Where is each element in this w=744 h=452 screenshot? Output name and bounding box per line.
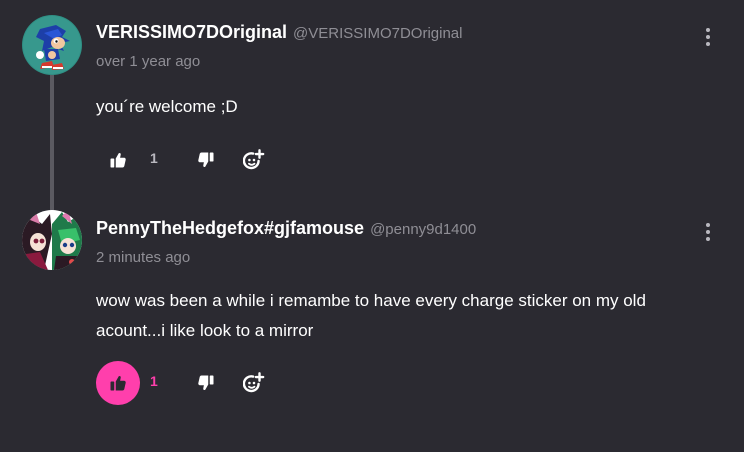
comment: PennyTheHedgefox#gjfamouse @penny9d1400 … <box>0 200 744 452</box>
like-count: 1 <box>150 150 158 166</box>
like-count: 1 <box>150 373 158 389</box>
author-display-name[interactable]: VERISSIMO7DOriginal <box>96 22 287 43</box>
author-row: VERISSIMO7DOriginal @VERISSIMO7DOriginal <box>96 22 463 46</box>
comment-actions: 1 <box>96 361 296 405</box>
avatar[interactable] <box>22 15 82 75</box>
like-button[interactable] <box>96 138 140 182</box>
comment-timestamp[interactable]: 2 minutes ago <box>96 249 190 266</box>
comment: VERISSIMO7DOriginal @VERISSIMO7DOriginal… <box>0 0 744 200</box>
thumbs-up-icon <box>110 375 126 391</box>
comment-body: you´re welcome ;D <box>96 97 238 116</box>
add-sticker-button[interactable] <box>232 138 276 182</box>
author-display-name[interactable]: PennyTheHedgefox#gjfamouse <box>96 218 364 239</box>
sonic-avatar-icon <box>22 15 82 75</box>
dislike-button[interactable] <box>184 361 228 405</box>
author-username[interactable]: @penny9d1400 <box>370 221 476 238</box>
more-vertical-icon[interactable] <box>700 220 716 244</box>
author-username[interactable]: @VERISSIMO7DOriginal <box>293 25 462 42</box>
thumbs-down-icon <box>198 375 214 391</box>
thumbs-up-icon <box>110 152 126 168</box>
add-sticker-icon <box>243 149 265 170</box>
more-vertical-icon[interactable] <box>700 25 716 49</box>
dislike-button[interactable] <box>184 138 228 182</box>
thumbs-down-icon <box>198 152 214 168</box>
like-button[interactable] <box>96 361 140 405</box>
avatar[interactable] <box>22 210 82 270</box>
comment-timestamp[interactable]: over 1 year ago <box>96 53 200 70</box>
hedgefox-avatar-icon <box>22 210 82 270</box>
add-sticker-icon <box>243 372 265 393</box>
comment-body: wow was been a while i remambe to have e… <box>96 291 646 340</box>
author-row: PennyTheHedgefox#gjfamouse @penny9d1400 <box>96 218 476 242</box>
add-sticker-button[interactable] <box>232 361 276 405</box>
comment-actions: 1 <box>96 138 296 182</box>
